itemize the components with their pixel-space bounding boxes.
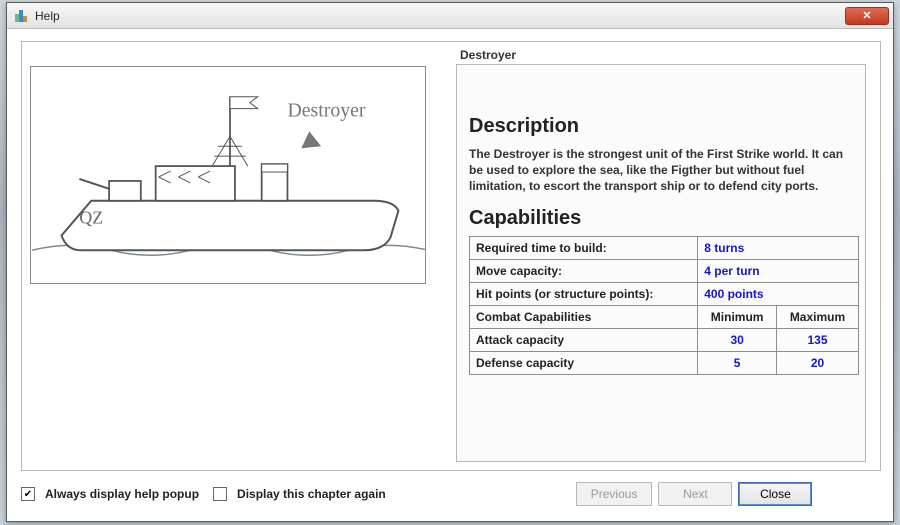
destroyer-sketch: QZ Destroyer: [31, 67, 425, 283]
combat-row-label: Defense capacity: [470, 351, 698, 374]
previous-button[interactable]: Previous: [576, 482, 653, 506]
window-title: Help: [35, 9, 845, 23]
sketch-title-text: Destroyer: [287, 100, 365, 122]
description-heading: Description: [469, 115, 853, 138]
combat-row-min: 30: [698, 328, 777, 351]
combat-row-max: 135: [777, 328, 859, 351]
combat-row-max: 20: [777, 351, 859, 374]
cap-label: Move capacity:: [470, 259, 698, 282]
description-panel: Description The Destroyer is the stronge…: [456, 64, 866, 462]
cap-label: Required time to build:: [470, 236, 698, 259]
app-icon: [13, 8, 29, 24]
table-row: Hit points (or structure points): 400 po…: [470, 282, 859, 305]
help-window: Help ✕: [6, 2, 894, 522]
close-icon: ✕: [862, 9, 871, 22]
always-display-checkbox[interactable]: ✔: [21, 487, 35, 501]
capabilities-heading: Capabilities: [469, 207, 853, 230]
display-chapter-label: Display this chapter again: [237, 487, 386, 501]
combat-header-max: Maximum: [777, 305, 859, 328]
window-titlebar: Help ✕: [7, 3, 893, 29]
cap-value: 4 per turn: [698, 259, 859, 282]
always-display-label: Always display help popup: [45, 487, 199, 501]
table-row: Attack capacity 30 135: [470, 328, 859, 351]
table-row: Move capacity: 4 per turn: [470, 259, 859, 282]
cap-label: Hit points (or structure points):: [470, 282, 698, 305]
footer-bar: ✔ Always display help popup Display this…: [21, 479, 812, 509]
table-row: Defense capacity 5 20: [470, 351, 859, 374]
hull-mark-text: QZ: [79, 208, 103, 228]
next-button[interactable]: Next: [658, 482, 732, 506]
unit-image-panel: QZ Destroyer: [30, 66, 426, 284]
window-close-button[interactable]: ✕: [845, 7, 889, 25]
combat-header-min: Minimum: [698, 305, 777, 328]
display-chapter-checkbox[interactable]: [213, 487, 227, 501]
combat-row-min: 5: [698, 351, 777, 374]
combat-row-label: Attack capacity: [470, 328, 698, 351]
cap-value: 400 points: [698, 282, 859, 305]
content-panel: QZ Destroyer Destroyer Description The D…: [21, 41, 881, 471]
cap-value: 8 turns: [698, 236, 859, 259]
unit-title-label: Destroyer: [460, 48, 516, 62]
close-button[interactable]: Close: [738, 482, 812, 506]
combat-header-label: Combat Capabilities: [470, 305, 698, 328]
table-row: Combat Capabilities Minimum Maximum: [470, 305, 859, 328]
table-row: Required time to build: 8 turns: [470, 236, 859, 259]
capabilities-table: Required time to build: 8 turns Move cap…: [469, 236, 859, 375]
description-text: The Destroyer is the strongest unit of t…: [469, 146, 853, 195]
